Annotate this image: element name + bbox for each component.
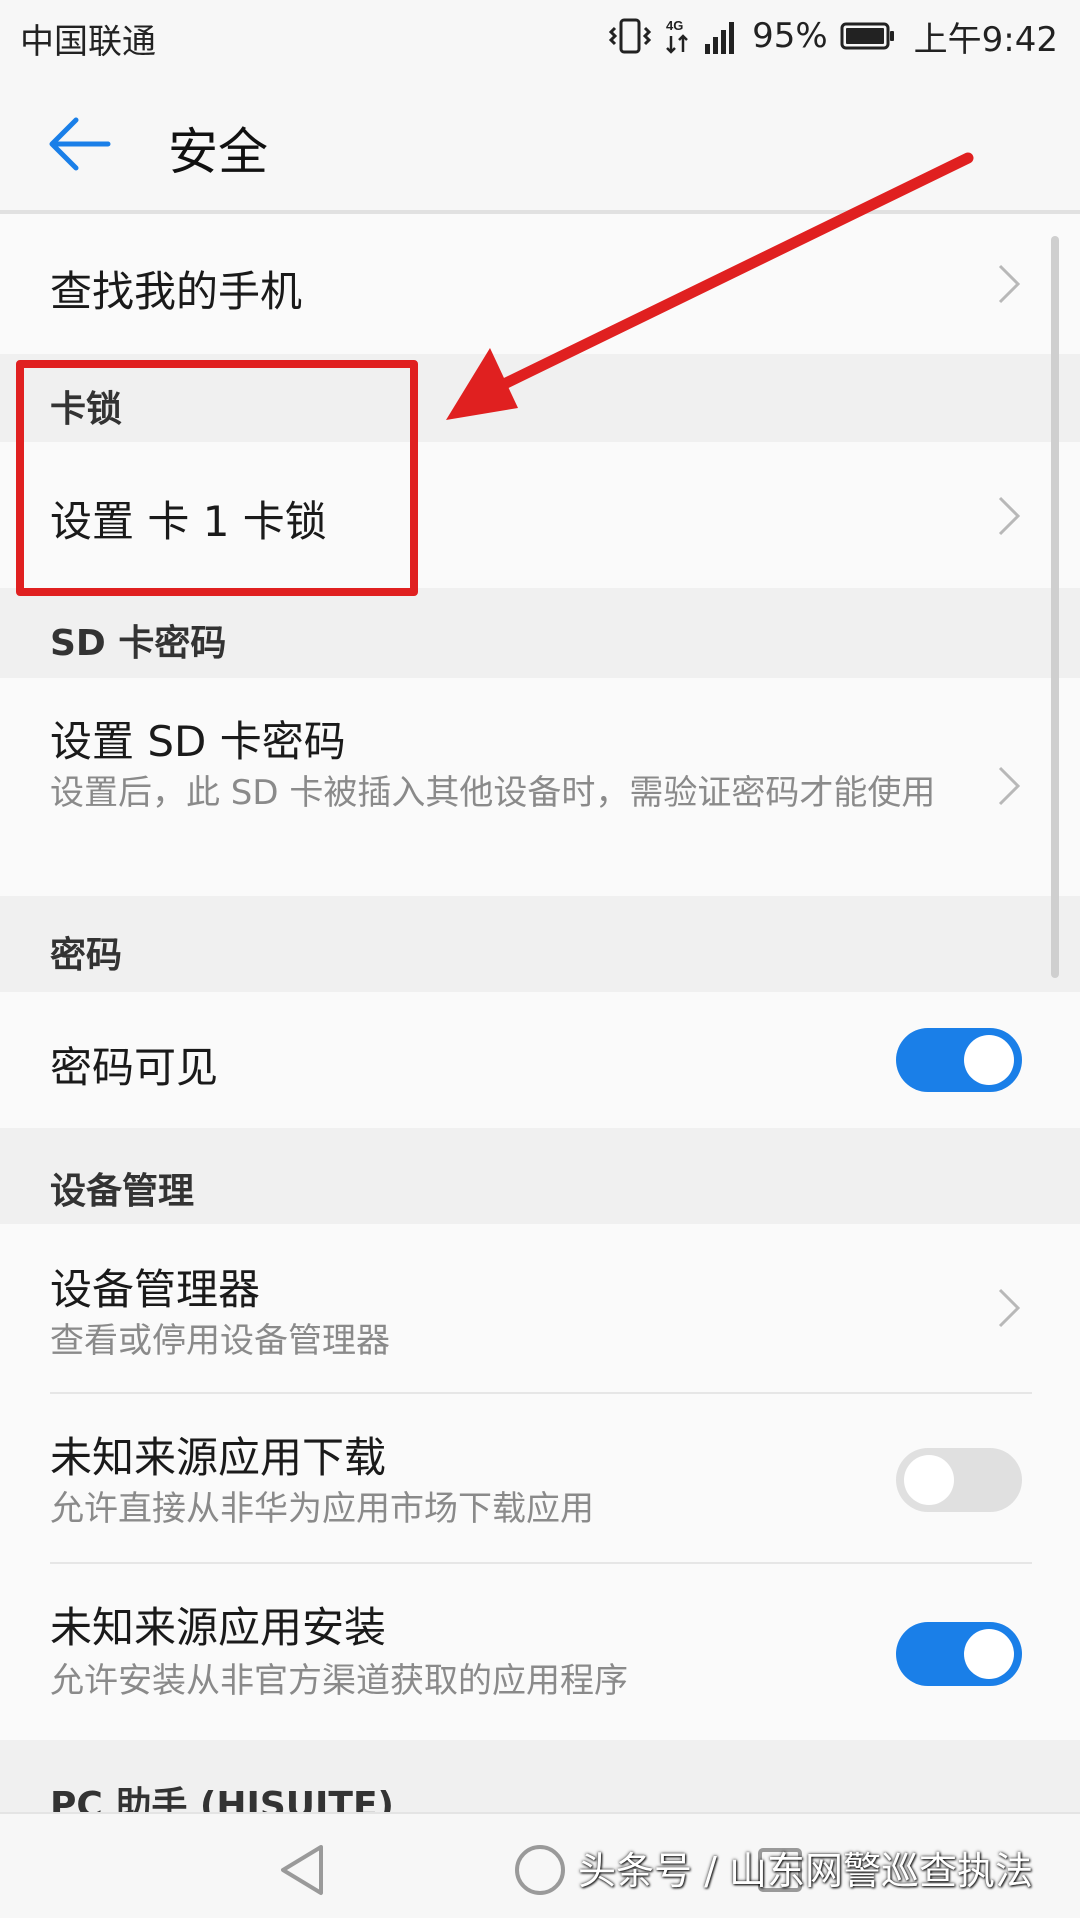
unknown-source-install-toggle[interactable]: [896, 1622, 1022, 1686]
unknown-source-download-row: 未知来源应用下载 允许直接从非华为应用市场下载应用: [0, 1394, 1080, 1564]
password-header-label: 密码: [50, 935, 123, 976]
signal-icon: [704, 16, 740, 56]
sd-password-header-label: SD 卡密码: [50, 623, 227, 664]
sd-password-header: SD 卡密码: [0, 588, 1080, 678]
unknown-source-download-toggle[interactable]: [896, 1448, 1022, 1512]
svg-text:4G: 4G: [666, 18, 683, 33]
device-management-header-label: 设备管理: [50, 1171, 195, 1212]
device-admin-row[interactable]: 设备管理器 查看或停用设备管理器: [0, 1224, 1080, 1394]
status-bar: 中国联通 4G 95% 上午9:42: [0, 0, 1080, 72]
unknown-source-install-row: 未知来源应用安装 允许安装从非官方渠道获取的应用程序: [0, 1564, 1080, 1740]
find-my-phone-row[interactable]: 查找我的手机: [0, 214, 1080, 354]
unknown-source-download-subtitle: 允许直接从非华为应用市场下载应用: [50, 1489, 594, 1529]
unknown-source-install-title: 未知来源应用安装: [50, 1603, 387, 1652]
annotation-highlight-box: [16, 360, 418, 596]
set-sd-password-title: 设置 SD 卡密码: [50, 717, 346, 766]
vibrate-icon: [608, 16, 652, 56]
app-bar: 安全: [0, 72, 1080, 212]
unknown-source-install-subtitle: 允许安装从非官方渠道获取的应用程序: [50, 1661, 628, 1701]
chevron-right-icon: [998, 496, 1021, 536]
toggle-knob: [964, 1035, 1014, 1085]
password-visible-row: 密码可见: [0, 992, 1080, 1128]
triangle-back-icon: [281, 1845, 323, 1895]
device-admin-title: 设备管理器: [50, 1265, 261, 1314]
find-my-phone-title: 查找我的手机: [50, 267, 303, 316]
clock: 上午9:42: [913, 19, 1058, 60]
toggle-knob: [904, 1455, 954, 1505]
circle-home-icon: [515, 1845, 565, 1895]
page-title: 安全: [168, 123, 268, 181]
carrier-name: 中国联通: [20, 22, 156, 62]
device-admin-subtitle: 查看或停用设备管理器: [50, 1321, 390, 1361]
chevron-right-icon: [998, 1288, 1021, 1328]
nav-back-button[interactable]: [262, 1830, 342, 1910]
password-visible-toggle[interactable]: [896, 1028, 1022, 1092]
pc-assistant-header: PC 助手 (HISUITE): [0, 1740, 1080, 1812]
status-icons: 4G 95% 上午9:42: [608, 10, 1058, 62]
toggle-knob: [964, 1629, 1014, 1679]
battery-icon: [840, 20, 896, 52]
password-visible-title: 密码可见: [50, 1043, 219, 1092]
chevron-right-icon: [998, 264, 1021, 304]
chevron-right-icon: [998, 766, 1021, 806]
network-type-icon: 4G: [664, 16, 692, 56]
password-header: 密码: [0, 896, 1080, 992]
watermark-text: 头条号 / 山东网警巡查执法: [578, 1849, 1033, 1893]
pc-assistant-header-label: PC 助手 (HISUITE): [50, 1785, 395, 1812]
nav-home-button[interactable]: [500, 1830, 580, 1910]
battery-percent: 95%: [752, 16, 828, 56]
back-button[interactable]: [44, 108, 116, 180]
unknown-source-download-title: 未知来源应用下载: [50, 1433, 387, 1482]
arrow-left-icon: [49, 117, 111, 171]
device-management-header: 设备管理: [0, 1128, 1080, 1224]
scrollbar[interactable]: [1051, 236, 1059, 978]
set-sd-password-subtitle: 设置后，此 SD 卡被插入其他设备时，需验证密码才能使用: [50, 773, 936, 813]
set-sd-password-row[interactable]: 设置 SD 卡密码 设置后，此 SD 卡被插入其他设备时，需验证密码才能使用: [0, 678, 1080, 896]
